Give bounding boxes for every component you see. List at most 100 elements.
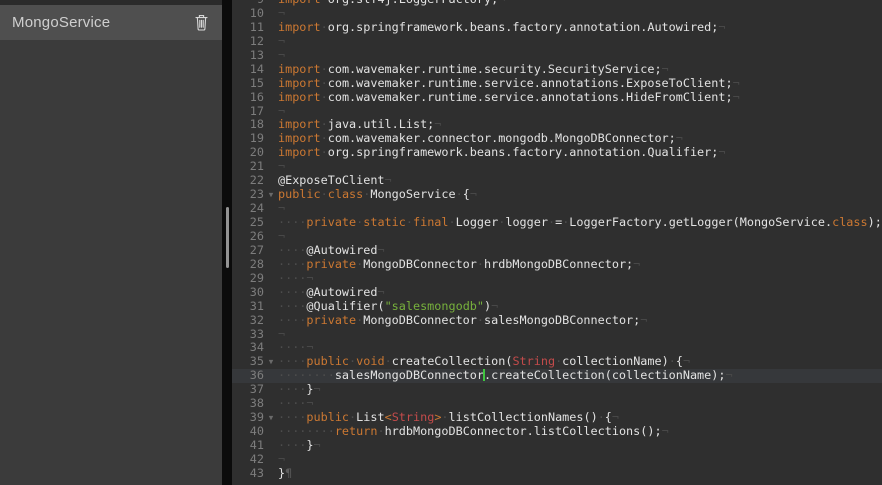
scrollbar-thumb[interactable] xyxy=(226,207,229,268)
code-text: ····@Qualifier("salesmongodb")¬ xyxy=(278,300,882,314)
code-line[interactable]: 11 import·org.springframework.beans.facto… xyxy=(232,21,882,35)
code-line[interactable]: 29····¬ xyxy=(232,272,882,286)
line-number: 15 xyxy=(232,77,264,91)
fold-column xyxy=(264,63,278,77)
code-line[interactable]: 26¬ xyxy=(232,230,882,244)
fold-column xyxy=(264,369,278,383)
code-line[interactable]: 14import·com.wavemaker.runtime.security.… xyxy=(232,63,882,77)
code-line[interactable]: 35▼····public·void·createCollection(Stri… xyxy=(232,355,882,369)
code-line[interactable]: 22 @ExposeToClient¬ xyxy=(232,174,882,188)
code-line[interactable]: 41 ····}¬ xyxy=(232,439,882,453)
fold-column xyxy=(264,49,278,63)
line-number: 14 xyxy=(232,63,264,77)
line-number: 22 xyxy=(232,174,264,188)
code-text: ····public·List<String>·listCollectionNa… xyxy=(278,411,882,425)
code-text: ¬ xyxy=(278,105,882,119)
code-line[interactable]: 21¬ xyxy=(232,160,882,174)
code-line[interactable]: 36 ········salesMongoDBConnector.createCo… xyxy=(232,369,882,383)
fold-column xyxy=(264,146,278,160)
code-line[interactable]: 38····¬ xyxy=(232,397,882,411)
code-text: ····private·MongoDBConnector·hrdbMongoDB… xyxy=(278,258,882,272)
line-number: 20 xyxy=(232,146,264,160)
code-line[interactable]: 40········return·hrdbMongoDBConnector.li… xyxy=(232,425,882,439)
line-number: 16 xyxy=(232,91,264,105)
fold-column xyxy=(264,7,278,21)
code-text: ····¬ xyxy=(278,397,882,411)
code-text: @ExposeToClient¬ xyxy=(278,174,882,188)
fold-column xyxy=(264,425,278,439)
fold-column xyxy=(264,0,278,7)
code-line[interactable]: 32 ····private·MongoDBConnector·salesMong… xyxy=(232,314,882,328)
line-number: 29 xyxy=(232,272,264,286)
fold-marker-icon[interactable]: ▼ xyxy=(264,188,278,202)
line-number: 32 xyxy=(232,314,264,328)
code-line[interactable]: 30····@Autowired¬ xyxy=(232,286,882,300)
code-line[interactable]: 18import·java.util.List;¬ xyxy=(232,118,882,132)
code-line[interactable]: 16import·com.wavemaker.runtime.service.a… xyxy=(232,91,882,105)
fold-column xyxy=(264,202,278,216)
code-text: ¬ xyxy=(278,453,882,467)
fold-column xyxy=(264,286,278,300)
code-text: ¬ xyxy=(278,202,882,216)
code-line[interactable]: 12 ¬ xyxy=(232,35,882,49)
line-number: 12 xyxy=(232,35,264,49)
line-number: 11 xyxy=(232,21,264,35)
fold-column xyxy=(264,244,278,258)
code-line[interactable]: 39▼····public·List<String>·listCollectio… xyxy=(232,411,882,425)
service-item-mongoservice[interactable]: MongoService xyxy=(0,5,222,40)
code-line[interactable]: 15import·com.wavemaker.runtime.service.a… xyxy=(232,77,882,91)
line-number: 23 xyxy=(232,188,264,202)
code-line[interactable]: 33¬ xyxy=(232,328,882,342)
code-line[interactable]: 25····private·static·final·Logger·logger… xyxy=(232,216,882,230)
code-line[interactable]: 27····@Autowired¬ xyxy=(232,244,882,258)
line-number: 36 xyxy=(232,369,264,383)
service-item-label: MongoService xyxy=(12,14,110,31)
code-text: ········return·hrdbMongoDBConnector.list… xyxy=(278,425,882,439)
fold-column xyxy=(264,160,278,174)
code-line[interactable]: 24¬ xyxy=(232,202,882,216)
fold-column xyxy=(264,21,278,35)
code-text: ¬ xyxy=(278,35,882,49)
fold-column xyxy=(264,174,278,188)
code-line[interactable]: 31····@Qualifier("salesmongodb")¬ xyxy=(232,300,882,314)
fold-column xyxy=(264,118,278,132)
code-editor[interactable]: 9import·org.slf4j.LoggerFactory;¬10¬11 im… xyxy=(232,0,882,485)
delete-service-button[interactable] xyxy=(192,14,210,32)
code-line[interactable]: 20 import·org.springframework.beans.facto… xyxy=(232,146,882,160)
code-text: public·class·MongoService·{¬ xyxy=(278,188,882,202)
code-line[interactable]: 23▼public·class·MongoService·{¬ xyxy=(232,188,882,202)
fold-column xyxy=(264,341,278,355)
fold-marker-icon[interactable]: ▼ xyxy=(264,355,278,369)
line-number: 27 xyxy=(232,244,264,258)
line-number: 41 xyxy=(232,439,264,453)
code-text: import·org.springframework.beans.factory… xyxy=(278,146,882,160)
code-line[interactable]: 28····private·MongoDBConnector·hrdbMongo… xyxy=(232,258,882,272)
fold-column xyxy=(264,439,278,453)
fold-column xyxy=(264,77,278,91)
fold-column xyxy=(264,132,278,146)
code-line[interactable]: 10¬ xyxy=(232,7,882,21)
code-line[interactable]: 42¬ xyxy=(232,453,882,467)
code-text: import·org.springframework.beans.factory… xyxy=(278,21,882,35)
code-text: ¬ xyxy=(278,230,882,244)
line-number: 34 xyxy=(232,341,264,355)
code-line[interactable]: 9import·org.slf4j.LoggerFactory;¬ xyxy=(232,0,882,7)
code-line[interactable]: 34····¬ xyxy=(232,341,882,355)
line-number: 13 xyxy=(232,49,264,63)
code-line[interactable]: 19import·com.wavemaker.connector.mongodb… xyxy=(232,132,882,146)
fold-column xyxy=(264,230,278,244)
code-text: ····private·MongoDBConnector·salesMongoD… xyxy=(278,314,882,328)
code-line[interactable]: 43 }¶ xyxy=(232,467,882,481)
code-text: ········salesMongoDBConnector.createColl… xyxy=(278,369,882,383)
code-line[interactable]: 17¬ xyxy=(232,105,882,119)
fold-column xyxy=(264,314,278,328)
fold-column xyxy=(264,467,278,481)
code-text: }¶ xyxy=(278,467,882,481)
fold-marker-icon[interactable]: ▼ xyxy=(264,411,278,425)
line-number: 21 xyxy=(232,160,264,174)
code-line[interactable]: 37····}¬ xyxy=(232,383,882,397)
fold-column xyxy=(264,328,278,342)
line-number: 43 xyxy=(232,467,264,481)
code-line[interactable]: 13¬ xyxy=(232,49,882,63)
code-text: ····}¬ xyxy=(278,439,882,453)
